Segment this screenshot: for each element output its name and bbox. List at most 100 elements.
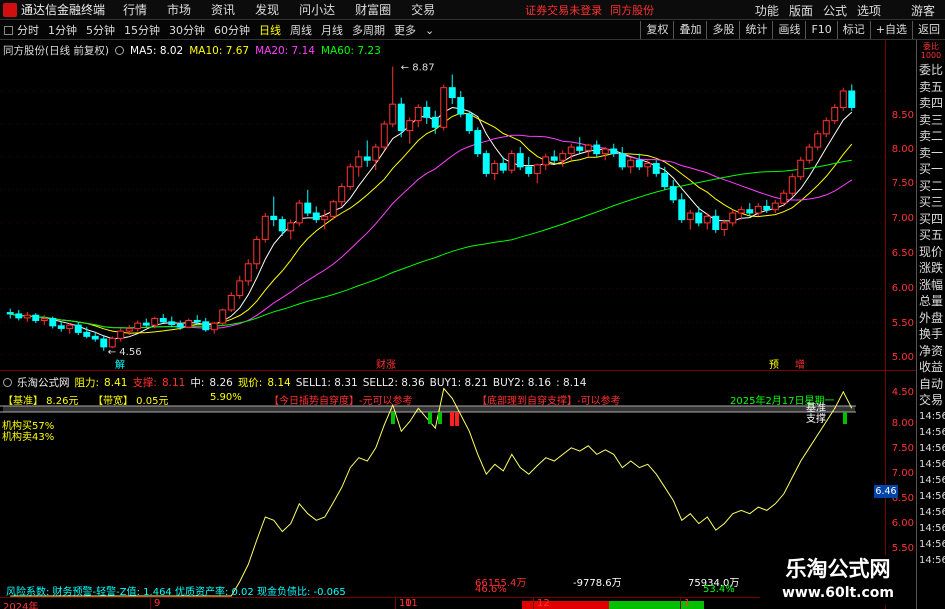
- flow-right-pct: 53.4%: [703, 584, 735, 595]
- side-item[interactable]: 总量: [917, 293, 945, 310]
- date-tick: 9: [150, 598, 160, 609]
- side-item[interactable]: 买二: [917, 178, 945, 195]
- candle-body: [567, 146, 575, 155]
- side-item[interactable]: 交易: [917, 392, 945, 409]
- ma60-line: [10, 159, 852, 329]
- candle-body: [414, 106, 422, 122]
- candle-body: [159, 318, 167, 323]
- candle-body: [176, 323, 184, 328]
- side-item[interactable]: 卖五: [917, 79, 945, 96]
- institution-stats: 机构买57% 机构卖43%: [2, 421, 54, 443]
- side-item[interactable]: 买一: [917, 161, 945, 178]
- resistance-label: 阻力:: [74, 377, 100, 389]
- signal-red-mark: [450, 412, 454, 426]
- side-item[interactable]: 卖四: [917, 95, 945, 112]
- side-item[interactable]: 外盘: [917, 310, 945, 327]
- side-time: 14:56: [919, 490, 945, 502]
- candle-body: [729, 212, 737, 224]
- candle-body: [66, 324, 74, 329]
- side-time: 14:56: [919, 426, 945, 438]
- support-value: 8.11: [161, 376, 186, 389]
- guest-user[interactable]: 游客: [911, 2, 935, 19]
- back-button[interactable]: 返回: [912, 21, 945, 39]
- side-item[interactable]: 卖一: [917, 145, 945, 162]
- price-tick: 8.00: [891, 144, 914, 155]
- candle-body: [525, 166, 533, 174]
- flow-left-pct: 46.6%: [475, 584, 507, 595]
- indicator-tick: 8.00: [891, 418, 914, 429]
- candle-body: [406, 120, 414, 132]
- candle-body: [329, 201, 337, 217]
- signal-red-mark: [455, 412, 459, 426]
- side-item[interactable]: 买五: [917, 227, 945, 244]
- indicator-row2: 【基准】 8.26元 【带宽】 0.05元 5.90% 【今日插势自穿度】-元可…: [3, 392, 883, 407]
- candle-body: [15, 313, 23, 319]
- side-item[interactable]: 现价: [917, 244, 945, 261]
- candle-body: [814, 133, 822, 148]
- indicator-name[interactable]: 乐淘公式网: [17, 375, 70, 390]
- candle-body: [372, 146, 380, 161]
- candle-body: [253, 238, 261, 265]
- candle-body: [380, 123, 388, 148]
- base-price: 【基准】 8.26元: [3, 396, 79, 407]
- side-item[interactable]: 换手: [917, 326, 945, 343]
- watermark-url: www.60lt.com: [781, 585, 895, 601]
- candle-body: [822, 120, 830, 135]
- ma10-value: MA10: 7.67: [189, 44, 250, 57]
- extra-value: : 8.14: [556, 376, 587, 389]
- candle-body: [321, 215, 329, 221]
- annot-block: 基准 支撑: [806, 403, 826, 425]
- date-axis: 2024年 9 10 11 12 1: [0, 597, 886, 609]
- candle-body: [661, 172, 669, 188]
- candle-body: [117, 330, 125, 339]
- candle-body: [678, 199, 686, 221]
- side-item[interactable]: 自动: [917, 376, 945, 393]
- signal-green-mark: [391, 412, 395, 424]
- side-item[interactable]: 卖二: [917, 128, 945, 145]
- risk-info: 风险系数: 财务预警-轻警-Z值: 1.464 优质资产率: 0.02 现金负债…: [6, 587, 346, 598]
- candle-body: [686, 212, 694, 221]
- side-item[interactable]: 净资: [917, 343, 945, 360]
- price-tick: 5.50: [891, 318, 914, 329]
- side-time: 14:56: [919, 458, 945, 470]
- candle-body: [542, 156, 550, 166]
- candle-body: [83, 331, 91, 337]
- price-tick: 8.50: [891, 110, 914, 121]
- side-item[interactable]: 卖三: [917, 112, 945, 129]
- side-header: 委比 1000: [920, 42, 942, 60]
- candle-body: [788, 176, 796, 194]
- inst-buy: 机构买57%: [2, 421, 55, 432]
- date-tick: 11: [405, 598, 418, 609]
- side-item[interactable]: 收益: [917, 359, 945, 376]
- candle-body: [474, 130, 482, 155]
- bandwidth: 【带宽】 0.05元: [93, 396, 169, 407]
- kline-chart[interactable]: ← 8.87← 4.56财涨解预增: [0, 0, 886, 609]
- side-item[interactable]: 涨幅: [917, 277, 945, 294]
- side-item[interactable]: 委比: [917, 62, 945, 79]
- candle-body: [134, 322, 142, 329]
- candle-body: [202, 321, 210, 331]
- indicator-tick: 6.00: [891, 518, 914, 529]
- side-item[interactable]: 买四: [917, 211, 945, 228]
- signal-green-mark: [428, 412, 432, 424]
- candle-body: [508, 153, 516, 171]
- settings-circle-icon[interactable]: [3, 378, 12, 387]
- panel-divider: [0, 370, 916, 371]
- side-item[interactable]: 买三: [917, 194, 945, 211]
- candle-body: [346, 166, 354, 188]
- ma20-line: [10, 134, 853, 329]
- side-item[interactable]: 涨跌: [917, 260, 945, 277]
- candle-body: [125, 327, 133, 332]
- candle-body: [431, 116, 439, 128]
- stock-name[interactable]: 同方股份(日线 前复权): [3, 43, 109, 58]
- candle-body: [23, 314, 31, 319]
- candle-body: [193, 320, 201, 323]
- candle-body: [576, 146, 584, 151]
- candle-body: [338, 186, 346, 203]
- price-axis: 8.50 8.00 7.50 7.00 6.50 6.00 5.50 5.00 …: [886, 40, 916, 398]
- buy1-value: BUY1: 8.21: [429, 376, 488, 389]
- candle-body: [712, 215, 720, 230]
- watermark-title: 乐淘公式网: [785, 557, 891, 581]
- candle-body: [627, 159, 635, 168]
- settings-circle-icon[interactable]: [115, 46, 125, 55]
